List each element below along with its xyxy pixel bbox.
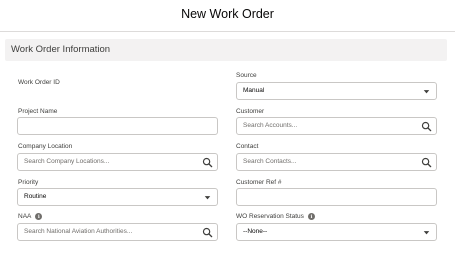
work-order-id-label: Work Order ID [18,79,60,86]
wo-reservation-status-label-text: WO Reservation Status [236,213,304,220]
company-location-lookup[interactable]: Search Company Locations... [17,153,218,171]
priority-select[interactable]: Routine [17,188,218,206]
contact-label-text: Contact [236,143,259,150]
customer-ref-input[interactable] [236,188,437,206]
modal-title: New Work Order [181,7,274,21]
section-header: Work Order Information [5,39,447,61]
customer-placeholder: Search Accounts... [243,122,298,129]
search-icon[interactable] [202,227,213,238]
priority-value: Routine [24,193,47,200]
project-name-label-text: Project Name [18,108,58,115]
company-location-label: Company Location [18,143,72,150]
wo-reservation-status-select[interactable]: --None-- [236,223,437,241]
chevron-down-icon [204,196,211,200]
priority-label-text: Priority [18,179,39,186]
info-icon[interactable]: i [307,213,315,220]
search-icon[interactable] [421,157,432,168]
modal-header: New Work Order [0,0,455,32]
naa-label-text: NAA [18,213,32,220]
chevron-down-icon [423,231,430,235]
contact-placeholder: Search Contacts... [243,158,297,165]
customer-ref-label: Customer Ref # [236,179,282,186]
wo-reservation-status-label: WO Reservation Status i [236,213,315,220]
company-location-label-text: Company Location [18,143,73,150]
customer-ref-label-text: Customer Ref # [236,179,282,186]
customer-lookup[interactable]: Search Accounts... [236,117,437,135]
contact-label: Contact [236,143,258,150]
contact-lookup[interactable]: Search Contacts... [236,153,437,171]
search-icon[interactable] [421,121,432,132]
search-icon[interactable] [202,157,213,168]
source-label-text: Source [236,72,257,79]
source-select[interactable]: Manual [236,82,437,100]
naa-label: NAA i [18,213,43,220]
chevron-down-icon [423,90,430,94]
customer-label: Customer [236,108,264,115]
source-label: Source [236,72,257,79]
priority-label: Priority [18,179,38,186]
company-location-placeholder: Search Company Locations... [24,158,110,165]
section-title: Work Order Information [11,44,111,55]
naa-lookup[interactable]: Search National Aviation Authorities... [17,223,218,241]
customer-label-text: Customer [236,108,265,115]
wo-reservation-status-value: --None-- [243,228,268,235]
project-name-label: Project Name [18,108,57,115]
info-icon[interactable]: i [35,213,43,220]
project-name-input[interactable] [17,117,218,135]
naa-placeholder: Search National Aviation Authorities... [24,228,133,235]
work-order-id-label-text: Work Order ID [18,79,60,86]
source-value: Manual [243,87,265,94]
